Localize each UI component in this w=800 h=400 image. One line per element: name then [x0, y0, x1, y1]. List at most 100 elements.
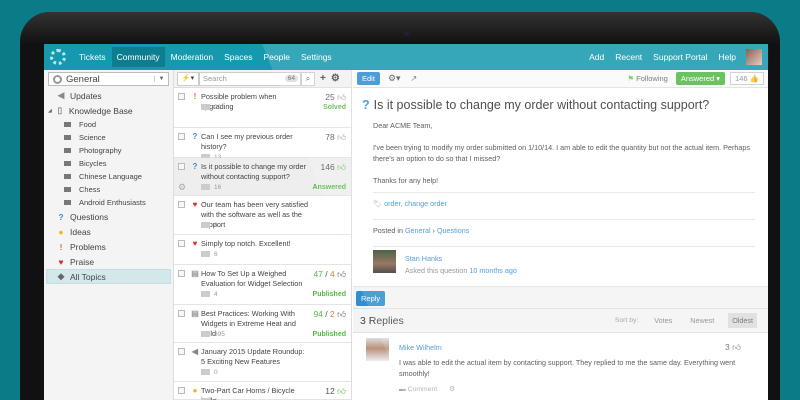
topic-title[interactable]: How To Set Up a Weighed Evaluation for W… — [201, 269, 309, 289]
vote-score[interactable]: 94 / 2 👍︎ — [313, 309, 346, 320]
gear-icon[interactable]: ⚙ — [331, 73, 340, 84]
sidebar-item-kb-category[interactable]: Science — [44, 131, 173, 144]
topic-row[interactable]: ! Possible problem when upgrading 25 👍︎ 2… — [174, 88, 351, 128]
sort-newest[interactable]: Newest — [686, 313, 718, 328]
reply-avatar[interactable] — [366, 338, 389, 361]
thumbs-up-icon: 👍︎ — [337, 309, 346, 319]
nav-add[interactable]: Add — [584, 47, 609, 67]
topic-row[interactable]: ▤ Best Practices: Working With Widgets i… — [174, 305, 351, 343]
space-link[interactable]: General — [405, 226, 431, 235]
filter-bolt-icon[interactable]: ⚡▾ — [177, 71, 199, 86]
topic-row[interactable]: ♥ Simply top notch. Excellent! 6 — [174, 235, 351, 265]
sidebar-item-kb-category[interactable]: Photography — [44, 144, 173, 157]
row-checkbox[interactable] — [178, 163, 185, 170]
asked-time[interactable]: 10 months ago — [469, 266, 517, 275]
topic-title[interactable]: Simply top notch. Excellent! — [201, 239, 309, 249]
nav-help[interactable]: Help — [714, 47, 741, 67]
nav-community[interactable]: Community — [111, 47, 165, 67]
space-select[interactable]: General ▼ — [48, 72, 169, 86]
reply-button[interactable]: Reply — [356, 291, 386, 306]
comment-link[interactable]: Comment — [408, 386, 437, 393]
vote-score[interactable]: 146 👍︎ — [321, 162, 346, 173]
asked-label: Asked this question — [405, 266, 468, 275]
topic-title[interactable]: January 2015 Update Roundup: 5 Exciting … — [201, 347, 309, 367]
topic-row[interactable]: ● Two-Part Car Horns / Bicycle bells12 👍… — [174, 382, 351, 400]
topic-title: ? Is it possible to change my order witho… — [362, 98, 709, 112]
sidebar-item-praise[interactable]: ♥ Praise — [44, 254, 173, 269]
following-toggle[interactable]: ⚑ Following — [627, 74, 668, 83]
topic-list: ⚡▾ Search 64 ⌕ + ⚙ ! Possible problem whe… — [174, 70, 352, 400]
sidebar-item-all-topics[interactable]: ◆ All Topics — [46, 269, 171, 284]
nav-people[interactable]: People — [258, 47, 294, 67]
search-icon[interactable]: ⌕ — [301, 71, 315, 86]
vote-score[interactable]: 47 / 4 👍︎ — [313, 269, 346, 280]
row-checkbox[interactable] — [178, 387, 185, 394]
sort-oldest[interactable]: Oldest — [728, 313, 757, 328]
tag-links[interactable]: order, change order — [384, 199, 447, 208]
vote-score[interactable]: 25 👍︎ — [325, 92, 346, 103]
collapse-icon[interactable]: ◢ — [48, 108, 52, 114]
lightbulb-icon: ● — [192, 386, 198, 395]
topic-detail: Edit ⚙▾ ↗ ⚑ Following Answered ▾ 146 👍 ?… — [353, 70, 768, 400]
row-checkbox[interactable] — [178, 310, 185, 317]
share-icon[interactable]: ↗ — [411, 74, 418, 83]
nav-spaces[interactable]: Spaces — [219, 47, 257, 67]
logo-icon[interactable] — [50, 49, 66, 65]
nav-tickets[interactable]: Tickets — [74, 47, 111, 67]
folder-icon — [64, 174, 71, 179]
vote-score[interactable]: 12 👍︎ — [325, 386, 346, 397]
comment-icon — [201, 104, 210, 111]
topic-row[interactable]: ? Is it possible to change my order with… — [174, 158, 351, 196]
row-checkbox[interactable] — [178, 93, 185, 100]
sidebar-item-ideas[interactable]: ● Ideas — [44, 224, 173, 239]
topic-row[interactable]: ? Can I see my previous order history? 78… — [174, 128, 351, 161]
sidebar-item-knowledge-base[interactable]: ◢ ▯ Knowledge Base — [44, 103, 173, 118]
category-link[interactable]: Questions — [437, 226, 469, 235]
nav-moderation[interactable]: Moderation — [166, 47, 219, 67]
topic-title[interactable]: Is it possible to change my order withou… — [201, 162, 309, 182]
topic-row[interactable]: ▤ How To Set Up a Weighed Evaluation for… — [174, 265, 351, 305]
row-checkbox[interactable] — [178, 270, 185, 277]
space-label: General — [66, 73, 100, 85]
nav-recent[interactable]: Recent — [610, 47, 647, 67]
row-checkbox[interactable] — [178, 348, 185, 355]
topic-row[interactable]: ♥ Our team has been very satisfied with … — [174, 196, 351, 235]
vote-button[interactable]: 146 👍 — [730, 72, 764, 85]
sidebar-item-kb-category[interactable]: Chinese Language — [44, 170, 173, 183]
down-votes: 2 — [330, 309, 335, 319]
sidebar-item-updates[interactable]: ◀ Updates — [44, 88, 173, 103]
row-checkbox[interactable] — [178, 240, 185, 247]
sidebar-item-kb-category[interactable]: Chess — [44, 183, 173, 196]
list-toolbar: ⚡▾ Search 64 ⌕ + ⚙ — [174, 70, 351, 88]
row-checkbox[interactable] — [178, 133, 185, 140]
score: 25 — [325, 92, 335, 102]
topic-title[interactable]: Can I see my previous order history? — [201, 132, 309, 152]
edit-button[interactable]: Edit — [357, 72, 380, 85]
status-dropdown[interactable]: Answered ▾ — [675, 72, 726, 85]
label: Ideas — [70, 226, 91, 237]
thumbs-up-icon: 👍︎ — [732, 342, 741, 352]
sidebar-item-problems[interactable]: ! Problems — [44, 239, 173, 254]
sort-votes[interactable]: Votes — [650, 313, 676, 328]
sidebar-item-kb-category[interactable]: Food — [44, 118, 173, 131]
gear-icon[interactable]: ⚙ — [449, 386, 455, 393]
author-avatar[interactable] — [373, 250, 396, 273]
nav-support-portal[interactable]: Support Portal — [648, 47, 712, 67]
vote-score[interactable]: 78 👍︎ — [325, 132, 346, 143]
row-checkbox[interactable] — [178, 201, 185, 208]
user-avatar[interactable] — [746, 49, 762, 65]
search-input[interactable]: Search 64 — [199, 71, 301, 86]
topic-row[interactable]: ◀ January 2015 Update Roundup: 5 Excitin… — [174, 343, 351, 382]
plus-icon[interactable]: + — [320, 73, 326, 84]
nav-settings[interactable]: Settings — [296, 47, 337, 67]
gear-icon[interactable]: ⚙ — [178, 182, 186, 193]
sidebar-item-kb-category[interactable]: Bicycles — [44, 157, 173, 170]
reply-score[interactable]: 3 👍︎ — [725, 342, 741, 353]
author-name[interactable]: Stan Hanks — [405, 254, 442, 263]
sidebar-item-questions[interactable]: ? Questions — [44, 209, 173, 224]
sidebar-item-kb-category[interactable]: Android Enthusiasts — [44, 196, 173, 209]
gear-menu-icon[interactable]: ⚙▾ — [388, 73, 401, 84]
sort-label: Sort by: — [614, 317, 639, 324]
topic-body: Dear ACME Team, I've been trying to modi… — [373, 120, 753, 197]
reply-author[interactable]: Mike Wilhelm — [399, 343, 442, 352]
